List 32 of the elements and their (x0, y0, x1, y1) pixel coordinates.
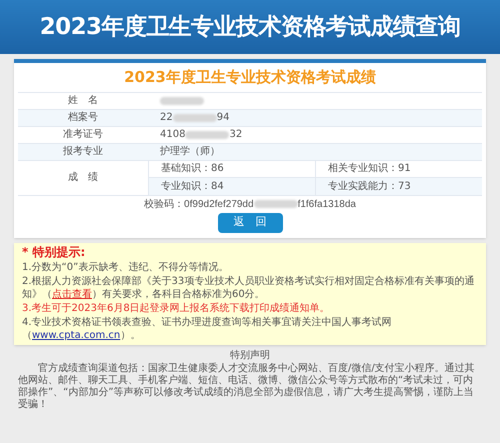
redacted-mark (254, 200, 298, 208)
verification-code: 校验码：0f99d2fef279dd (144, 198, 254, 212)
field-label: 成 绩 (67, 170, 99, 185)
website-link[interactable]: www.cpta.com.cn (32, 330, 120, 340)
field-value: 护理学（师） (160, 144, 220, 159)
field-label: 报考专业 (62, 144, 104, 159)
back-button[interactable]: 返 回 (218, 212, 282, 232)
view-link[interactable]: 点击查看 (52, 288, 92, 300)
card-title: 2023年度卫生专业技术资格考试成绩 (123, 67, 377, 88)
redacted-mark (185, 130, 230, 138)
notice-item: 2.根据人力资源社会保障部《关于33项专业技术人员职业资格考试实行相对固定合格标准有关事项的通知》（点击查看）有关要求，各科目合格标准为60分。 (22, 274, 476, 300)
field-value: 4108 (160, 128, 186, 142)
field-label: 姓 名 (67, 94, 99, 108)
field-label: 准考证号 (62, 128, 104, 142)
statement-title: 特别声明 (229, 350, 271, 362)
notice-item: 1.分数为“0”表示缺考、违纪、不得分等情况。 (22, 260, 230, 274)
redacted-mark (160, 96, 204, 104)
score-value: 基础知识：86 (148, 160, 315, 178)
page-title: 2023年度卫生专业技术资格考试成绩查询 (40, 12, 460, 42)
field-value: 22 (160, 111, 173, 125)
field-label: 档案号 (67, 110, 99, 125)
score-value: 相关专业知识：91 (315, 160, 482, 178)
field-value: 94 (216, 111, 230, 125)
verification-code: f1f6fa1318da (298, 198, 356, 212)
notice-item: 4.专业技术资格证书领表查验、证书办理进度查询等相关事宜请关注中国人事考试网（www.cpta.com.cn）。 (22, 316, 393, 342)
field-value: 32 (229, 128, 242, 142)
redacted-mark (172, 114, 217, 122)
score-value: 专业知识：84 (148, 178, 315, 194)
notice-title: * 特别提示: (22, 246, 86, 258)
statement-text: 官方成绩查询渠道包括：国家卫生健康委人才交流服务中心网站、百度/微信/支付宝小程序。通过其他网站、邮件、聊天工具、手机客户端、短信、电话、微博、微信公众号等方式散布的“考试未过，可内部操作”、“内部加分”等声称可以修改考试成绩的消息全部为虚假信息，请广大考生提高警惕，谨防上当受骗！ (18, 362, 476, 410)
notice-item: 3.考生可于2023年6月8日起登录网上报名系统下载打印成绩通知单。 (22, 302, 331, 314)
score-value: 专业实践能力：73 (315, 178, 482, 194)
